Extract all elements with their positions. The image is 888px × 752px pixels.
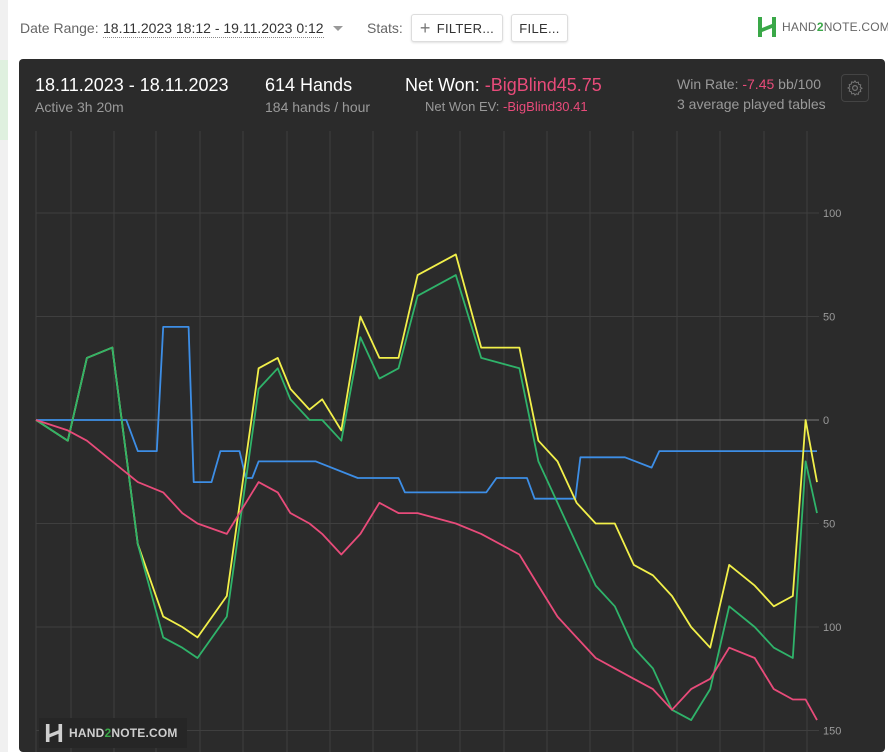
y-tick-label: 100 xyxy=(823,208,841,220)
left-edge xyxy=(0,0,8,752)
filter-button-label: FILTER... xyxy=(436,20,495,36)
hand2note-logo-icon xyxy=(45,724,63,742)
watermark-logo: HAND2NOTE.COM xyxy=(39,718,187,748)
brand-logo: HAND2NOTE.COM xyxy=(757,16,888,38)
series-line-green xyxy=(35,274,818,721)
graph-panel: 18.11.2023 - 18.11.2023 Active 3h 20m 61… xyxy=(19,59,885,752)
series-line-pink xyxy=(35,419,818,721)
date-range-label: Date Range: xyxy=(20,20,99,36)
file-button[interactable]: FILE... xyxy=(511,14,568,42)
toolbar: Date Range: 18.11.2023 18:12 - 19.11.202… xyxy=(0,0,888,58)
chevron-down-icon[interactable] xyxy=(333,26,343,31)
y-tick-label: 50 xyxy=(823,312,835,324)
winnings-chart[interactable]: 100 50 0 50 100 150 xyxy=(19,59,885,752)
date-range-selector[interactable]: 18.11.2023 18:12 - 19.11.2023 0:12 xyxy=(103,20,324,38)
brand-text: HAND2NOTE.COM xyxy=(782,20,888,34)
y-tick-label: 50 xyxy=(823,519,835,531)
file-button-label: FILE... xyxy=(519,20,560,36)
y-tick-label: 100 xyxy=(823,622,841,634)
watermark-text: HAND2NOTE.COM xyxy=(69,726,178,740)
left-edge-highlight xyxy=(0,60,8,140)
stats-label: Stats: xyxy=(367,20,403,36)
hand2note-logo-icon xyxy=(758,17,776,37)
y-tick-label: 0 xyxy=(823,415,829,427)
filter-button[interactable]: + FILTER... xyxy=(411,14,503,42)
plus-icon: + xyxy=(419,17,431,38)
y-tick-label: 150 xyxy=(823,726,841,738)
series-line-blue xyxy=(36,326,817,500)
